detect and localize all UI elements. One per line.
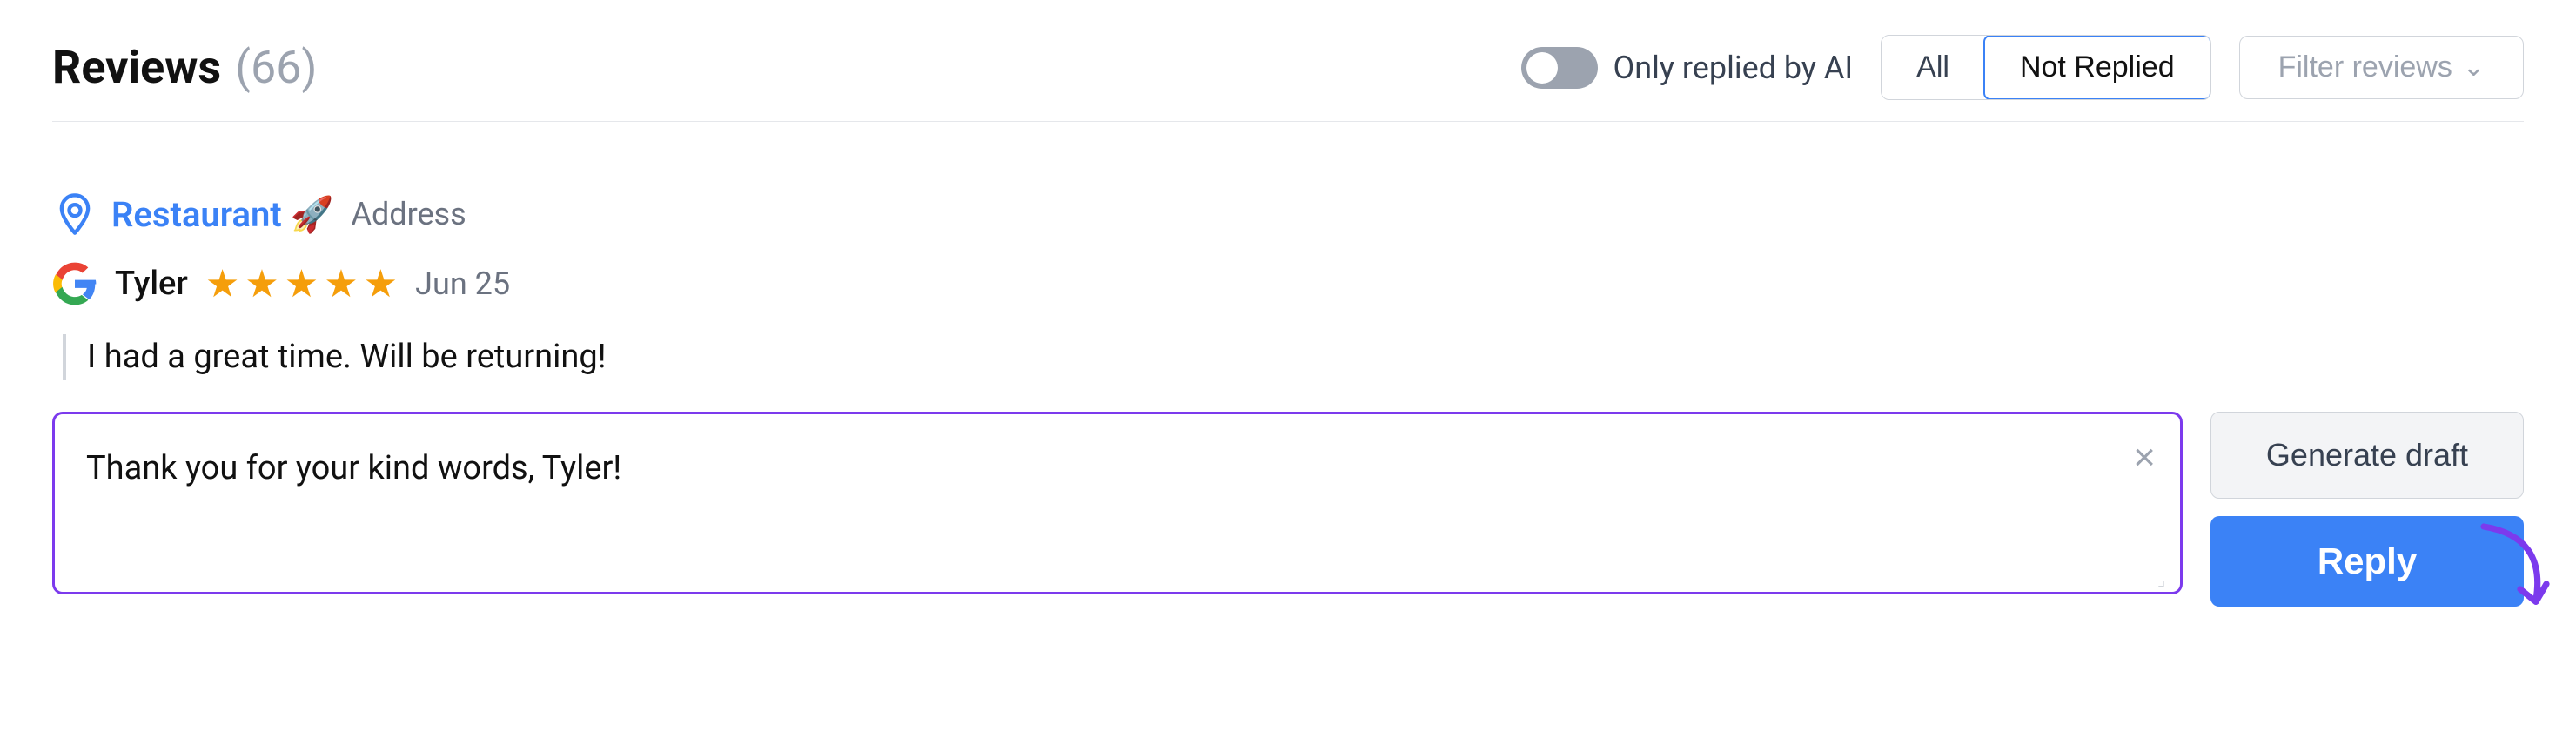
review-card: Restaurant 🚀 Address Tyler ★ ★ ★ ★ ★ Jun… [52, 157, 2524, 641]
location-address: Address [351, 196, 466, 232]
filter-reviews-label: Filter reviews [2278, 50, 2452, 84]
location-pin-icon [52, 191, 97, 237]
star-5: ★ [364, 261, 398, 306]
page-title: Reviews [52, 41, 221, 94]
toggle-label: Only replied by AI [1613, 50, 1854, 86]
location-row: Restaurant 🚀 Address [52, 191, 2524, 237]
arrow-icon [2463, 516, 2567, 621]
review-text-block: I had a great time. Will be returning! [63, 334, 2524, 380]
google-logo-icon [52, 261, 97, 306]
resize-handle-icon: ⌟ [2157, 569, 2175, 587]
star-rating: ★ ★ ★ ★ ★ [205, 261, 398, 306]
clear-reply-button[interactable]: × [2133, 439, 2156, 477]
toggle-group: Only replied by AI [1521, 47, 1854, 89]
star-2: ★ [245, 261, 278, 306]
filter-reviews-button[interactable]: Filter reviews ⌄ [2239, 36, 2524, 99]
review-date: Jun 25 [415, 265, 510, 302]
reply-textarea[interactable] [55, 414, 2180, 588]
reply-actions: Generate draft Reply [2210, 412, 2524, 607]
location-name: Restaurant 🚀 [111, 194, 333, 235]
header-right: Only replied by AI All Not Replied Filte… [1521, 35, 2524, 100]
reviewer-row: Tyler ★ ★ ★ ★ ★ Jun 25 [52, 261, 2524, 306]
arrow-decoration [2463, 516, 2567, 624]
star-4: ★ [324, 261, 358, 306]
chevron-down-icon: ⌄ [2463, 52, 2485, 83]
star-1: ★ [205, 261, 239, 306]
filter-not-replied-button[interactable]: Not Replied [1983, 35, 2211, 100]
filter-all-button[interactable]: All [1882, 37, 1984, 98]
filter-buttons-group: All Not Replied [1881, 35, 2210, 100]
ai-reply-toggle[interactable] [1521, 47, 1598, 89]
header-left: Reviews (66) [52, 41, 318, 94]
reviewer-name: Tyler [115, 265, 188, 303]
reply-section: × ⌟ Generate draft Reply [52, 412, 2524, 607]
header-row: Reviews (66) Only replied by AI All Not … [52, 35, 2524, 122]
generate-draft-button[interactable]: Generate draft [2210, 412, 2524, 499]
review-text: I had a great time. Will be returning! [87, 338, 607, 376]
page-container: Reviews (66) Only replied by AI All Not … [0, 0, 2576, 745]
star-3: ★ [285, 261, 319, 306]
reply-textarea-wrapper: × ⌟ [52, 412, 2183, 594]
reviews-count: (66) [235, 41, 317, 94]
